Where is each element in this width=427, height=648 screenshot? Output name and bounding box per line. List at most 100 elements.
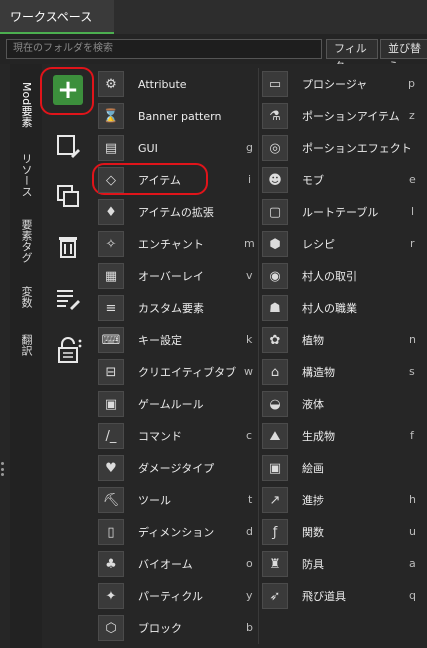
block-icon: ⬡ [98, 615, 124, 641]
list-item[interactable]: ⚗ ポーションアイテム [262, 100, 400, 132]
procedure-icon: ▭ [262, 71, 288, 97]
list-item[interactable]: ƒ 関数 [262, 516, 324, 548]
vtab-variables[interactable]: 変数 [10, 274, 42, 320]
list-item-label: アイテムの拡張 [138, 206, 214, 219]
delete-button[interactable] [48, 226, 88, 266]
list-item[interactable]: /_ コマンド [98, 420, 182, 452]
splitter-handle[interactable] [1, 462, 5, 476]
list-item-label: クリエイティブタブ [138, 366, 237, 379]
diamond-icon: ◇ [98, 167, 124, 193]
list-item[interactable]: ♦ アイテムの拡張 [98, 196, 214, 228]
list-item[interactable]: ↗ 進捗 [262, 484, 324, 516]
shortcut-key: m [244, 237, 255, 250]
list-item[interactable]: ✦ パーティクル [98, 580, 203, 612]
shortcut-key: g [246, 141, 253, 154]
list-item[interactable]: ⛏ ツール [98, 484, 171, 516]
dimension-icon: ▯ [98, 519, 124, 545]
list-item-label: オーバーレイ [138, 270, 204, 283]
list-item[interactable]: ◒ 液体 [262, 388, 324, 420]
list-item-label: 構造物 [302, 366, 335, 379]
list-item[interactable]: ♥ ダメージタイプ [98, 452, 214, 484]
shortcut-key: e [409, 173, 416, 186]
list-item-label: コマンド [138, 430, 182, 443]
overlay-icon: ▦ [98, 263, 124, 289]
tab-workspace[interactable]: ワークスペース [0, 0, 114, 34]
trash-icon [59, 237, 77, 258]
vtab-mod-elements[interactable]: Mod要素 [10, 70, 44, 140]
list-item[interactable]: ▯ ディメンション [98, 516, 214, 548]
list-item[interactable]: ⊟ クリエイティブタブ [98, 356, 236, 388]
new-file-button[interactable] [48, 126, 88, 166]
custom-element-icon: ≡ [98, 295, 124, 321]
list-item-label: キー設定 [138, 334, 182, 347]
list-item-label: 植物 [302, 334, 324, 347]
vtab-mod-elements-label: Mod要素 [20, 82, 33, 128]
shortcut-key: h [409, 493, 416, 506]
list-item-label: ポーションエフェクト [302, 142, 412, 155]
new-file-icon [57, 135, 80, 158]
search-input[interactable]: 現在のフォルダを検索 [6, 39, 322, 59]
list-item[interactable]: ▤ GUI [98, 132, 158, 164]
list-item-label: 生成物 [302, 430, 335, 443]
shortcut-key: q [409, 589, 416, 602]
list-item[interactable]: ♣ バイオーム [98, 548, 193, 580]
list-item[interactable]: ▦ オーバーレイ [98, 260, 204, 292]
shortcut-key: y [246, 589, 253, 602]
loot-table-icon: ▢ [262, 199, 288, 225]
lock-button[interactable] [48, 330, 88, 370]
column-divider [258, 68, 259, 644]
list-item[interactable]: ➶ 飛び道具 [262, 580, 346, 612]
list-item[interactable]: ▣ ゲームルール [98, 388, 204, 420]
list-item-label: プロシージャ [302, 78, 368, 91]
projectile-icon: ➶ [262, 583, 288, 609]
shortcut-key: f [410, 429, 414, 442]
list-item[interactable]: ⚙ Attribute [98, 68, 187, 100]
list-item-label: ツール [138, 494, 171, 507]
vtab-resources[interactable]: リソース [10, 142, 42, 208]
list-item[interactable]: ▢ ルートテーブル [262, 196, 378, 228]
list-item[interactable]: ◎ ポーションエフェクト [262, 132, 412, 164]
duplicate-button[interactable] [48, 176, 88, 216]
list-item[interactable]: ♜ 防具 [262, 548, 324, 580]
shortcut-key: p [408, 77, 415, 90]
list-item-label: アイテム [138, 174, 181, 187]
list-item[interactable]: ✿ 植物 [262, 324, 324, 356]
tab-workspace-label: ワークスペース [10, 9, 93, 24]
potion-effect-icon: ◎ [262, 135, 288, 161]
vtab-translations[interactable]: 翻訳 [10, 322, 42, 368]
list-item-label: 進捗 [302, 494, 324, 507]
list-item[interactable]: ⌂ 構造物 [262, 356, 335, 388]
recipe-icon: ⬢ [262, 231, 288, 257]
lock-icon [58, 337, 82, 363]
keybind-icon: ⌨ [98, 327, 124, 353]
vertical-tab-bar: Mod要素 リソース 要素タグ 変数 翻訳 [10, 64, 44, 648]
sort-button[interactable]: 並び替え [380, 39, 427, 73]
list-item[interactable]: ▭ プロシージャ [262, 68, 367, 100]
list-item[interactable]: ⌨ キー設定 [98, 324, 182, 356]
shortcut-key: o [246, 557, 253, 570]
filter-button[interactable]: フィルタ [326, 39, 378, 73]
list-item-label: レシピ [302, 238, 335, 251]
list-item[interactable]: ✧ エンチャント [98, 228, 204, 260]
list-item[interactable]: ☗ 村人の職業 [262, 292, 357, 324]
vtab-element-tags[interactable]: 要素タグ [10, 208, 42, 274]
list-item[interactable]: ⬢ レシピ [262, 228, 335, 260]
list-item[interactable]: ⌛ Banner pattern [98, 100, 221, 132]
list-item-label: パーティクル [138, 590, 204, 603]
list-item-label: 防具 [302, 558, 324, 571]
list-item[interactable]: ◉ 村人の取引 [262, 260, 357, 292]
list-item[interactable]: ☻ モブ [262, 164, 324, 196]
list-item[interactable]: ◇ アイテム [98, 164, 181, 196]
toolbar: 現在のフォルダを検索 フィルタ 並び替え [0, 34, 427, 73]
enchant-icon: ✧ [98, 231, 124, 257]
list-item[interactable]: ⛰ 生成物 [262, 420, 335, 452]
list-item-label: ルートテーブル [302, 206, 379, 219]
list-item-label: ディメンション [138, 526, 215, 539]
list-item-label: 村人の職業 [302, 302, 357, 315]
list-item[interactable]: ⬡ ブロック [98, 612, 182, 644]
list-item[interactable]: ▣ 絵画 [262, 452, 324, 484]
edit-list-button[interactable] [48, 278, 88, 318]
shortcut-key: r [410, 237, 415, 250]
list-item-label: ゲームルール [138, 398, 204, 411]
list-item[interactable]: ≡ カスタム要素 [98, 292, 204, 324]
